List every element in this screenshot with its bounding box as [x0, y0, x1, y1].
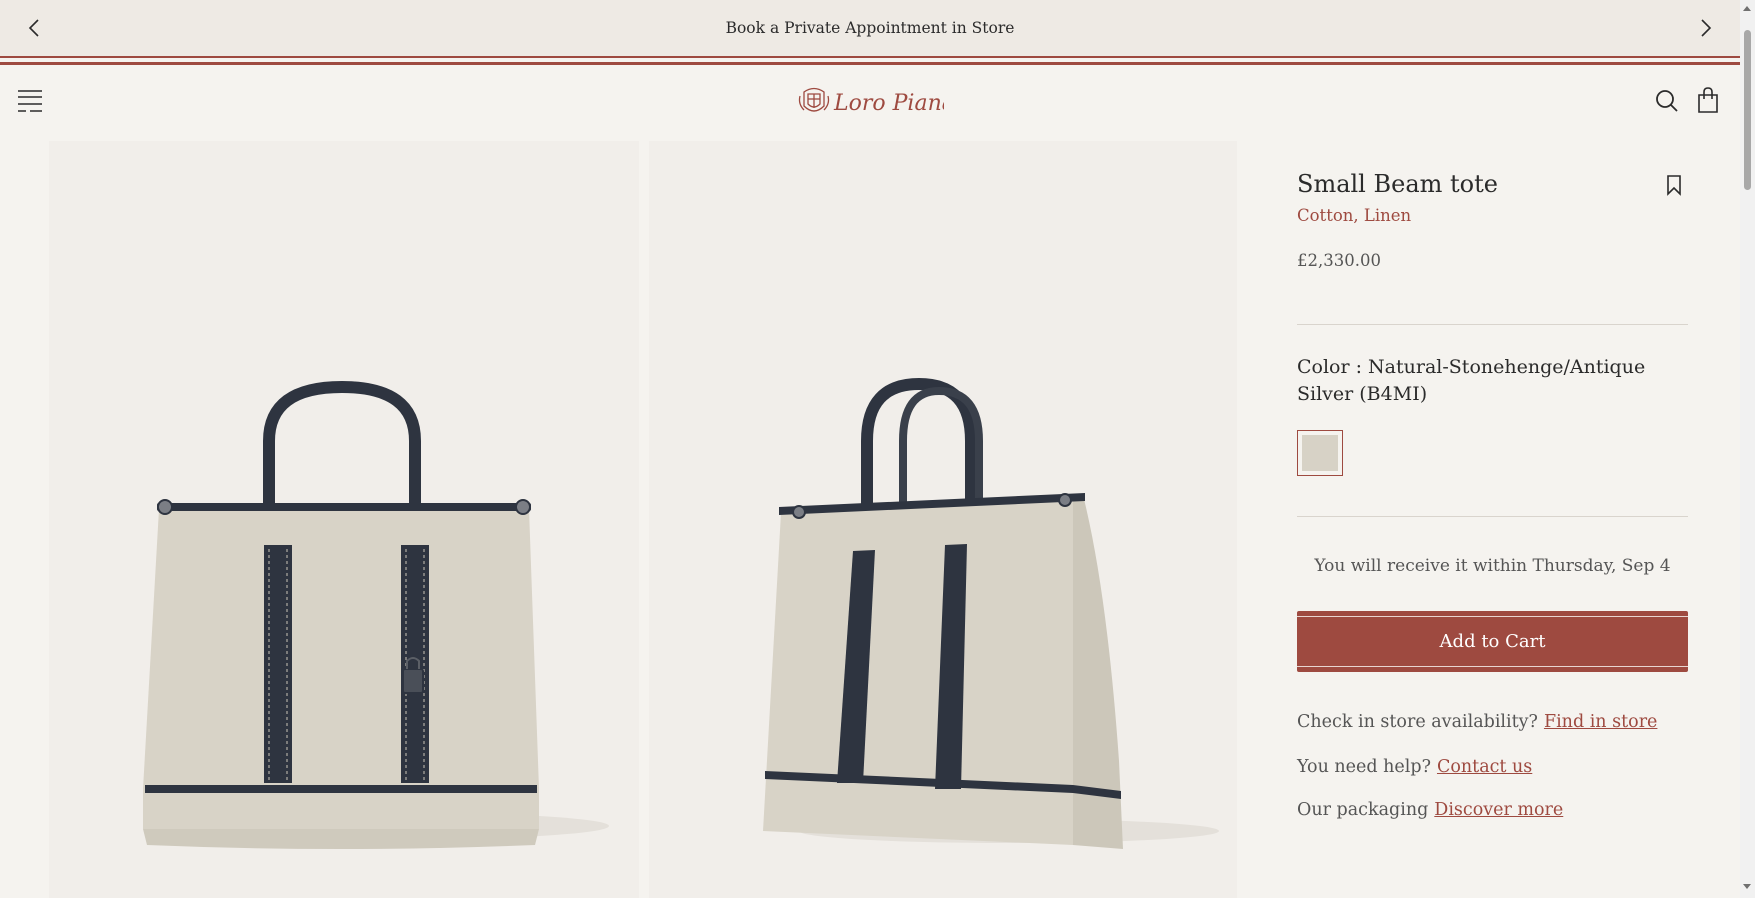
logo-text: Loro Piana	[833, 91, 944, 116]
store-availability-row: Check in store availability? Find in stor…	[1297, 712, 1657, 732]
add-to-cart-button[interactable]: Add to Cart	[1297, 611, 1688, 672]
chevron-right-icon[interactable]	[1694, 16, 1718, 40]
announcement-bar: Book a Private Appointment in Store	[0, 0, 1740, 56]
scrollbar-thumb[interactable]	[1744, 30, 1751, 190]
announcement-text[interactable]: Book a Private Appointment in Store	[726, 19, 1015, 37]
product-material: Cotton, Linen	[1297, 206, 1412, 225]
color-label: Color : Natural-Stonehenge/Antique Silve…	[1297, 356, 1646, 405]
brand-stripe-bottom	[0, 62, 1740, 65]
product-title: Small Beam tote	[1297, 170, 1498, 198]
page-scrollbar[interactable]	[1740, 0, 1755, 898]
shopping-bag-icon[interactable]	[1696, 86, 1720, 114]
brand-stripe-top	[0, 56, 1740, 58]
contact-us-link[interactable]: Contact us	[1437, 757, 1532, 777]
site-header: Loro Piana	[0, 66, 1740, 138]
packaging-label: Our packaging	[1297, 800, 1429, 820]
product-price: £2,330.00	[1297, 251, 1381, 270]
discover-more-link[interactable]: Discover more	[1434, 800, 1563, 820]
hamburger-menu-icon[interactable]	[16, 88, 44, 114]
packaging-row: Our packaging Discover more	[1297, 800, 1563, 820]
divider-price	[1297, 324, 1688, 325]
find-in-store-link[interactable]: Find in store	[1544, 712, 1657, 732]
scroll-down-arrow-icon[interactable]	[1743, 884, 1751, 889]
swatch-fill	[1302, 435, 1338, 471]
product-image-side[interactable]	[649, 141, 1237, 898]
search-icon[interactable]	[1654, 88, 1680, 114]
delivery-estimate: You will receive it within Thursday, Sep…	[1314, 556, 1671, 576]
product-image-front[interactable]	[49, 141, 639, 898]
divider-color	[1297, 516, 1688, 517]
bookmark-icon[interactable]	[1665, 174, 1683, 196]
scroll-up-arrow-icon[interactable]	[1743, 6, 1751, 11]
help-label: You need help?	[1297, 757, 1431, 777]
brand-logo[interactable]: Loro Piana	[796, 82, 955, 122]
store-availability-label: Check in store availability?	[1297, 712, 1538, 732]
chevron-left-icon[interactable]	[22, 16, 46, 40]
color-swatch-selected[interactable]	[1297, 430, 1343, 476]
help-row: You need help? Contact us	[1297, 757, 1532, 777]
